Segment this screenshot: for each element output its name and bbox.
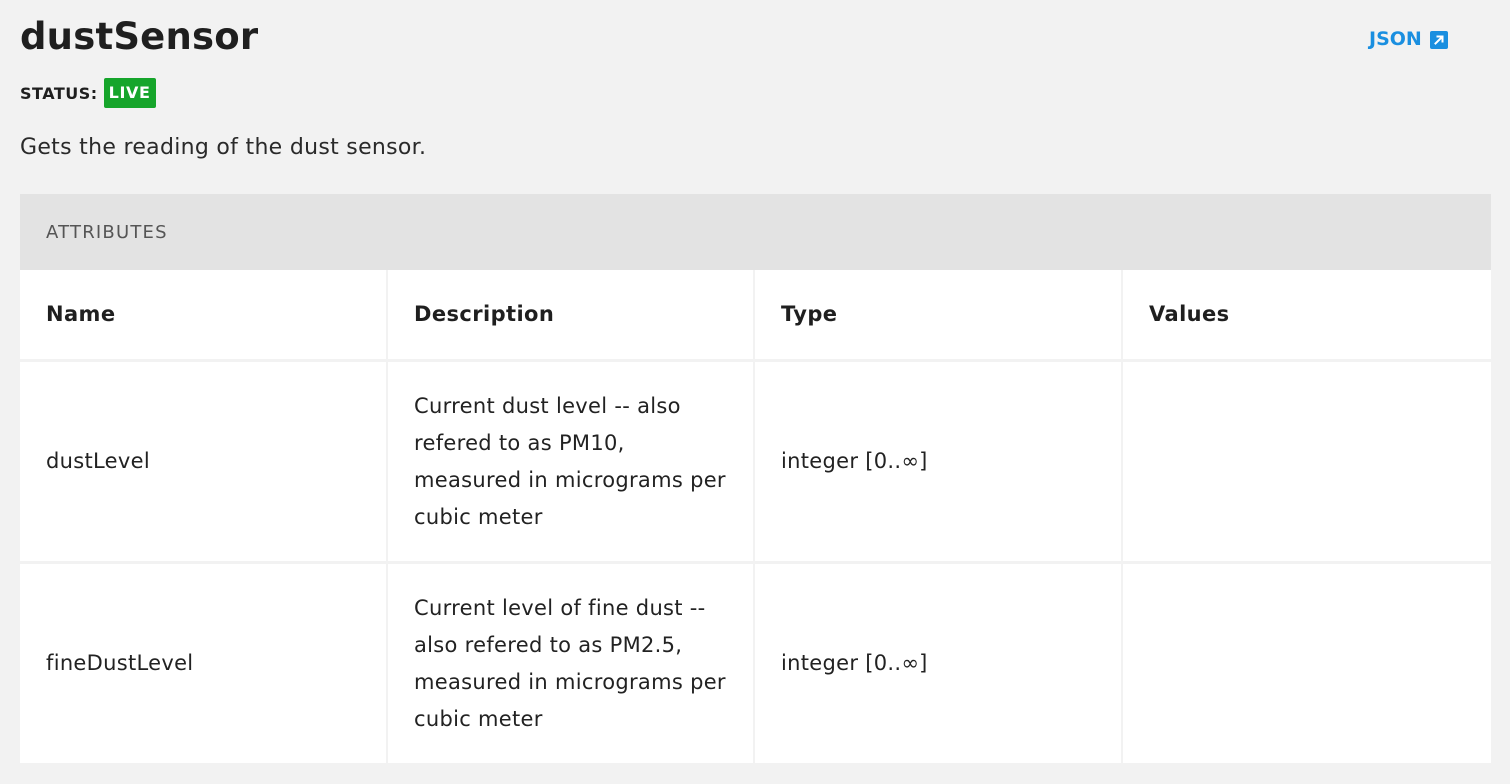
attribute-description-cell: Current level of fine dust -- also refer… xyxy=(388,564,753,763)
json-link-label: JSON xyxy=(1369,28,1422,50)
external-link-icon xyxy=(1429,30,1448,49)
attributes-section-title: ATTRIBUTES xyxy=(20,194,1491,270)
attribute-type-cell: integer [0..∞] xyxy=(755,564,1121,763)
status-label: STATUS: xyxy=(20,83,98,103)
attribute-values-cell xyxy=(1123,362,1491,561)
attributes-panel: ATTRIBUTES Name Description Type Values … xyxy=(20,194,1491,764)
capability-page: dustSensor JSON STATUS: LIVE Gets the re… xyxy=(0,0,1510,784)
status-badge: LIVE xyxy=(103,78,156,108)
attribute-description-cell: Current dust level -- also refered to as… xyxy=(388,362,753,561)
attribute-type-cell: integer [0..∞] xyxy=(755,362,1121,561)
attributes-table: Name Description Type Values dustLevel C… xyxy=(20,270,1491,763)
json-link[interactable]: JSON xyxy=(1369,26,1448,52)
column-header-description: Description xyxy=(388,270,753,359)
attribute-values-cell xyxy=(1123,564,1491,763)
status-row: STATUS: LIVE xyxy=(20,78,156,108)
column-header-type: Type xyxy=(755,270,1121,359)
capability-description: Gets the reading of the dust sensor. xyxy=(20,135,427,160)
column-header-name: Name xyxy=(20,270,386,359)
attribute-name-cell: dustLevel xyxy=(20,362,386,561)
page-title: dustSensor xyxy=(20,15,259,58)
attribute-name-cell: fineDustLevel xyxy=(20,564,386,763)
column-header-values: Values xyxy=(1123,270,1491,359)
